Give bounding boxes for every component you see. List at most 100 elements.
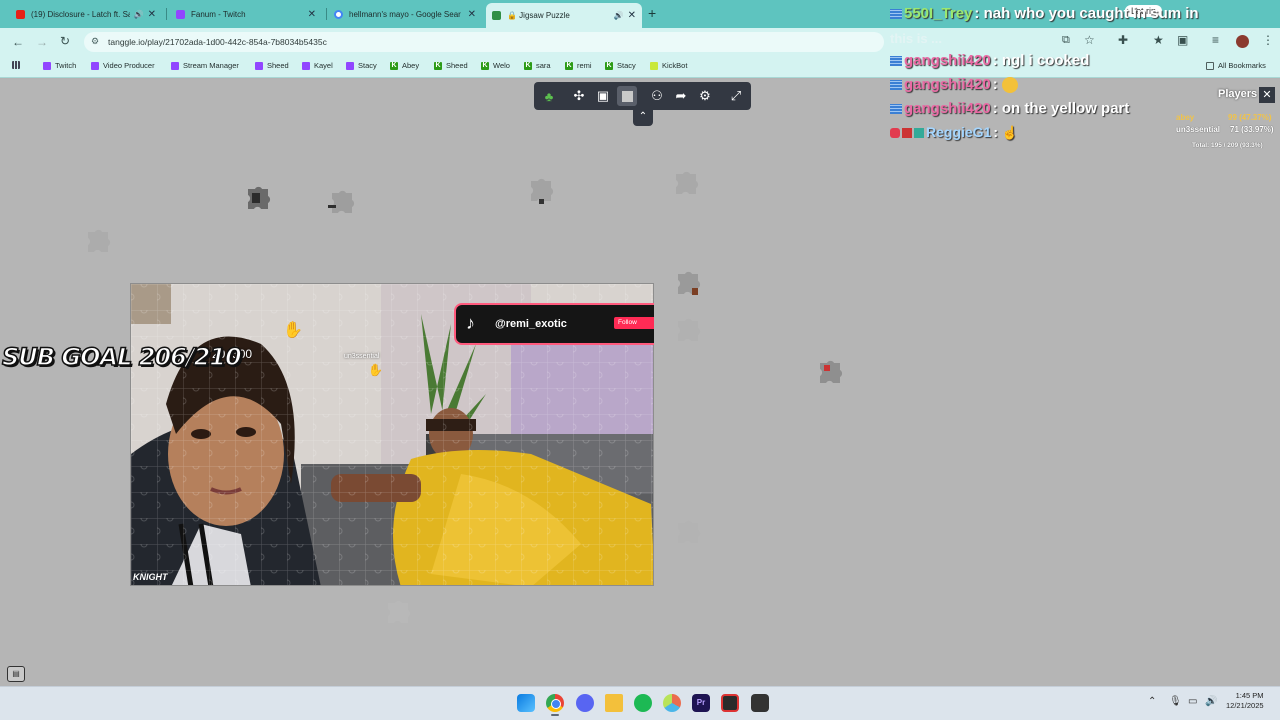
downloads-icon[interactable]: ≡ [1212,33,1219,47]
loose-puzzle-piece[interactable] [668,166,704,202]
extensions-icon[interactable]: ✚ [1118,33,1128,47]
bookmark-star-icon[interactable]: ☆ [1084,33,1095,47]
bookmark-kayel[interactable]: Kayel [302,61,333,70]
collapse-toolbar-icon[interactable]: ⌃ [633,110,653,126]
install-app-icon[interactable]: ⧉ [1062,34,1070,47]
bookmark-welo[interactable]: K Welo [481,61,510,70]
players-icon[interactable]: ⚇ [647,86,667,106]
taskbar-app-icon[interactable] [751,694,769,712]
tab-twitch[interactable]: Fanum - Twitch ✕ [170,4,322,24]
puzzle-piece-icon[interactable]: ✣ [569,86,589,106]
url-text: tanggle.io/play/21702ada-1d00-442c-854a-… [108,37,327,47]
bookmark-abey[interactable]: K Abey [390,61,419,70]
new-tab-button[interactable]: + [648,5,656,21]
tab-youtube[interactable]: (19) Disclosure - Latch ft. Sa 🔊 ✕ [10,4,162,24]
svg-text:KNIGHT: KNIGHT [133,572,169,582]
bookmark-stacy-kick[interactable]: K Stacy [605,61,636,70]
chrome-icon[interactable] [546,694,564,712]
tab-label: Fanum - Twitch [191,9,246,19]
settings-gear-icon[interactable]: ⚙ [695,86,715,106]
background-color-icon[interactable] [617,86,637,106]
close-tab-icon[interactable]: ✕ [308,9,316,20]
heart-badge-icon [890,128,900,139]
face-emoji-icon [1001,77,1018,94]
close-tab-icon[interactable]: ✕ [148,9,156,20]
bookmark-stacy[interactable]: Stacy [346,61,377,70]
site-info-icon[interactable]: ⚙ [91,36,99,47]
sub-badge-icon [890,104,902,115]
preview-image-icon[interactable]: ▣ [593,86,613,106]
close-tab-icon[interactable]: ✕ [468,9,476,20]
loose-puzzle-piece[interactable] [670,313,706,349]
bookmark-stream-manager[interactable]: Stream Manager [171,61,239,70]
loose-puzzle-piece[interactable] [670,515,706,551]
profile-avatar[interactable] [1236,35,1249,48]
share-icon[interactable]: ➦ [671,86,691,106]
sub-badge-icon [890,80,902,91]
side-panel-icon[interactable]: ▣ [1177,33,1188,47]
menu-icon[interactable]: ⋮ [1262,33,1274,47]
tanggle-logo-icon[interactable]: ♣ [539,86,559,106]
premiere-pro-icon[interactable]: Pr [692,694,710,712]
tab-label: (19) Disclosure - Latch ft. Sa [31,9,130,19]
taskbar-app-icon[interactable] [721,694,739,712]
reload-button[interactable]: ↻ [60,34,70,48]
bookmark-remi[interactable]: Kremi [565,61,592,70]
tray-chevron-icon[interactable]: ⌃ [1148,696,1156,707]
player-score: 99 (47.37%) [1228,113,1272,122]
loose-puzzle-piece[interactable] [812,355,848,391]
tab-jigsaw[interactable]: 🔒 Jigsaw Puzzle 🔊 ✕ [486,3,642,28]
kick-icon: K [565,61,573,70]
active-app-indicator [551,714,559,716]
close-players-icon[interactable]: ✕ [1259,87,1275,103]
sub-badge-icon [890,9,902,20]
discord-icon[interactable] [576,694,594,712]
kick-icon: K [390,61,398,70]
tab-label: hellmann's mayo - Google Sear [349,9,461,19]
close-tab-icon[interactable]: ✕ [628,10,636,21]
file-explorer-icon[interactable] [605,694,623,712]
bookmark-sara[interactable]: Ksara [524,61,551,70]
fullscreen-icon[interactable]: ⤢ [726,86,746,106]
back-button[interactable]: ← [12,35,24,49]
bookmark-sheed-kick[interactable]: K Sheed [434,61,468,70]
speaker-icon[interactable]: 🔊 [614,11,624,20]
sub-badge-icon [890,56,902,67]
remote-hand-cursor-icon: ✋ [368,363,383,377]
bookmark-video-producer[interactable]: Video Producer [91,61,155,70]
player-name: abey [1176,113,1195,122]
all-bookmarks-folder[interactable]: All Bookmarks [1206,61,1266,70]
loose-puzzle-piece[interactable] [80,224,116,260]
bookmark-sheed[interactable]: Sheed [255,61,289,70]
speaker-icon[interactable]: 🔊 [134,10,144,19]
chat-faded-line: this is ... [890,31,943,46]
twitch-icon [91,61,99,70]
google-icon [334,9,343,19]
color-app-icon[interactable] [663,694,681,712]
chat-message: 550I_Trey: nah who you caught in sum in [890,5,1199,22]
loose-puzzle-piece[interactable] [240,181,276,217]
kick-icon: K [524,61,532,70]
tab-google[interactable]: hellmann's mayo - Google Sear ✕ [328,4,482,24]
tanggle-icon [492,11,501,20]
bookmarks-icon[interactable]: ★ [1153,33,1164,47]
twitch-icon [43,61,51,70]
network-icon[interactable]: ▭ [1188,696,1197,707]
youtube-icon [16,9,25,19]
system-clock[interactable]: 1:45 PM 12/21/2025 [1226,691,1264,711]
bookmark-twitch[interactable]: Twitch [43,61,76,70]
loose-puzzle-piece[interactable] [670,266,706,302]
twitch-icon [176,9,185,19]
chat-toggle-icon[interactable]: ▤ [7,666,25,682]
bookmark-kickbot[interactable]: KickBot [650,61,687,70]
sub-tenure-badge-icon [914,128,924,139]
forward-button[interactable]: → [36,35,48,49]
volume-icon[interactable]: 🔊 [1205,696,1217,707]
loose-puzzle-piece[interactable] [324,185,360,221]
apps-icon[interactable] [12,61,24,69]
windows-start-icon[interactable] [517,694,535,712]
loose-puzzle-piece[interactable] [523,173,559,209]
loose-puzzle-piece[interactable] [380,595,416,631]
spotify-icon[interactable] [634,694,652,712]
microphone-icon[interactable]: 🎙 [1169,696,1182,707]
